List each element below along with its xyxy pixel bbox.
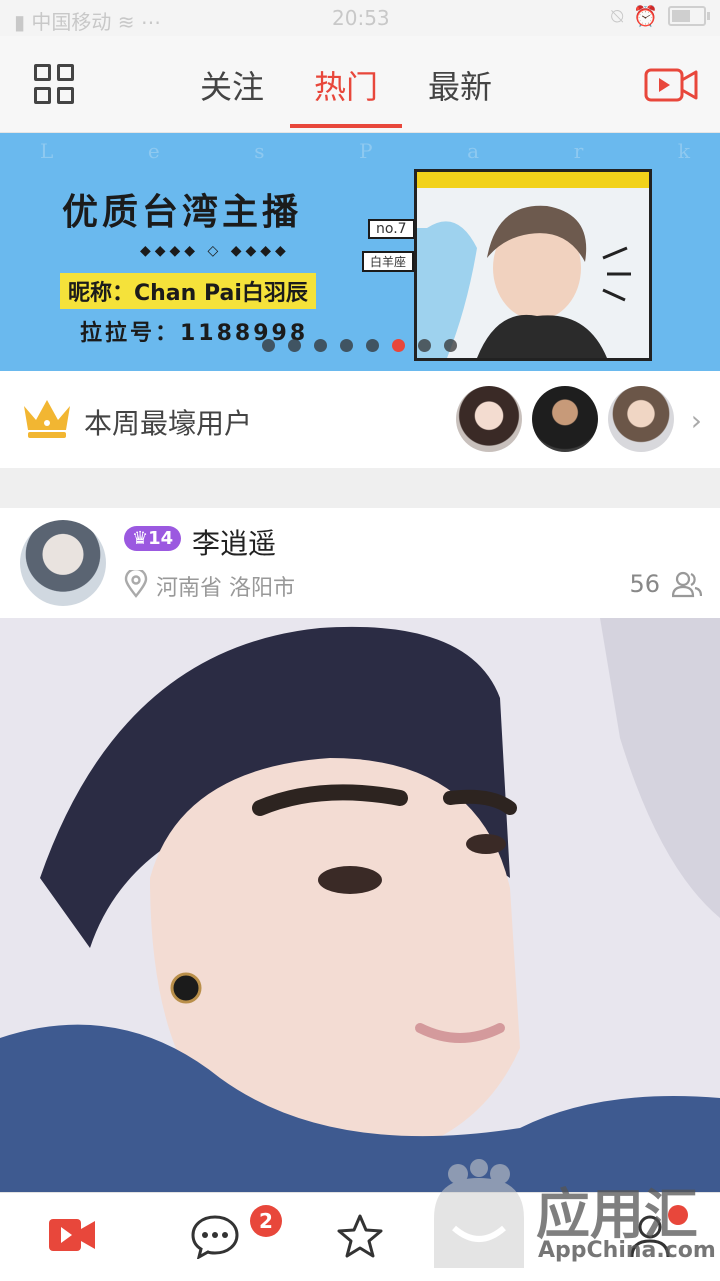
status-time: 20:53 — [332, 6, 390, 30]
wifi-icon: ≋ ⋯ — [117, 10, 161, 34]
tab-latest[interactable]: 最新 — [428, 62, 492, 128]
tab-hot[interactable]: 热门 — [290, 62, 403, 128]
viewer-count: 56 — [629, 570, 660, 598]
top-users-avatars — [456, 386, 674, 452]
pager-dot[interactable] — [366, 339, 379, 352]
host-portrait-image — [417, 188, 649, 358]
category-grid-icon[interactable] — [34, 64, 78, 108]
chevron-right-icon[interactable]: › — [691, 404, 702, 437]
crown-icon — [24, 400, 70, 438]
post-username[interactable]: 李逍遥 — [192, 522, 276, 562]
section-divider — [0, 468, 720, 508]
streamer-photo — [0, 618, 720, 1192]
banner-pager — [262, 339, 457, 352]
banner-host-photo — [414, 169, 652, 361]
status-bar: ▮ 中国移动 ≋ ⋯ 20:53 ⍉ ⏰ — [0, 0, 720, 36]
appchina-logo-icon — [434, 1159, 524, 1268]
promo-banner[interactable]: L e s P a r k 优质台湾主播 ◆◆◆◆ ◇ ◆◆◆◆ 昵称：Chan… — [0, 133, 720, 371]
pager-dot[interactable] — [314, 339, 327, 352]
avatar[interactable] — [532, 386, 598, 452]
alarm-icon: ⏰ — [633, 4, 658, 28]
post-location: 河南省 洛阳市 — [156, 576, 295, 601]
messages-badge: 2 — [250, 1205, 282, 1237]
star-tab-icon[interactable] — [336, 1213, 384, 1259]
location-pin-icon — [124, 570, 148, 598]
battery-icon — [668, 6, 710, 26]
crown-icon: ♛ — [132, 528, 149, 549]
pager-dot[interactable] — [340, 339, 353, 352]
pager-dot[interactable] — [418, 339, 431, 352]
avatar[interactable] — [20, 520, 106, 606]
tab-following[interactable]: 关注 — [200, 62, 264, 128]
avatar[interactable] — [608, 386, 674, 452]
banner-headline: 优质台湾主播 — [62, 192, 303, 233]
feed-tabs: 关注 热门 最新 — [200, 62, 492, 128]
appchina-subtitle: AppChina.com — [538, 1238, 716, 1263]
carrier-label: ▮ 中国移动 ≋ ⋯ — [14, 10, 161, 34]
live-tab-icon[interactable] — [48, 1215, 96, 1255]
signal-icon: ▮ — [14, 10, 26, 34]
pager-dot[interactable] — [288, 339, 301, 352]
pager-dot-active[interactable] — [392, 339, 405, 352]
top-nav: 关注 热门 最新 — [0, 36, 720, 133]
post-header: ♛14 李逍遥 河南省 洛阳市 56 — [0, 508, 720, 618]
level-badge: ♛14 — [124, 526, 182, 551]
weekly-top-users-label: 本周最壕用户 — [84, 407, 253, 440]
pager-dot[interactable] — [444, 339, 457, 352]
banner-divider: ◆◆◆◆ ◇ ◆◆◆◆ — [140, 243, 290, 259]
live-stream-cover-image[interactable] — [0, 618, 720, 1192]
banner-sign-tag: 白羊座 — [362, 251, 415, 272]
pager-dot[interactable] — [262, 339, 275, 352]
appchina-watermark: 应用汇 AppChina.com — [424, 1152, 720, 1280]
mute-icon: ⍉ — [611, 4, 624, 28]
messages-tab-icon[interactable] — [190, 1213, 240, 1259]
weekly-top-users-row[interactable]: 本周最壕用户 › — [0, 372, 720, 468]
viewers-icon — [672, 571, 702, 598]
avatar[interactable] — [456, 386, 522, 452]
banner-watermark: L e s P a r k — [40, 139, 690, 163]
start-live-camera-icon[interactable] — [644, 66, 698, 104]
banner-nickname: 昵称：Chan Pai白羽辰 — [60, 273, 316, 309]
status-icons: ⍉ ⏰ — [611, 4, 710, 28]
banner-rank-tag: no.7 — [368, 219, 415, 239]
